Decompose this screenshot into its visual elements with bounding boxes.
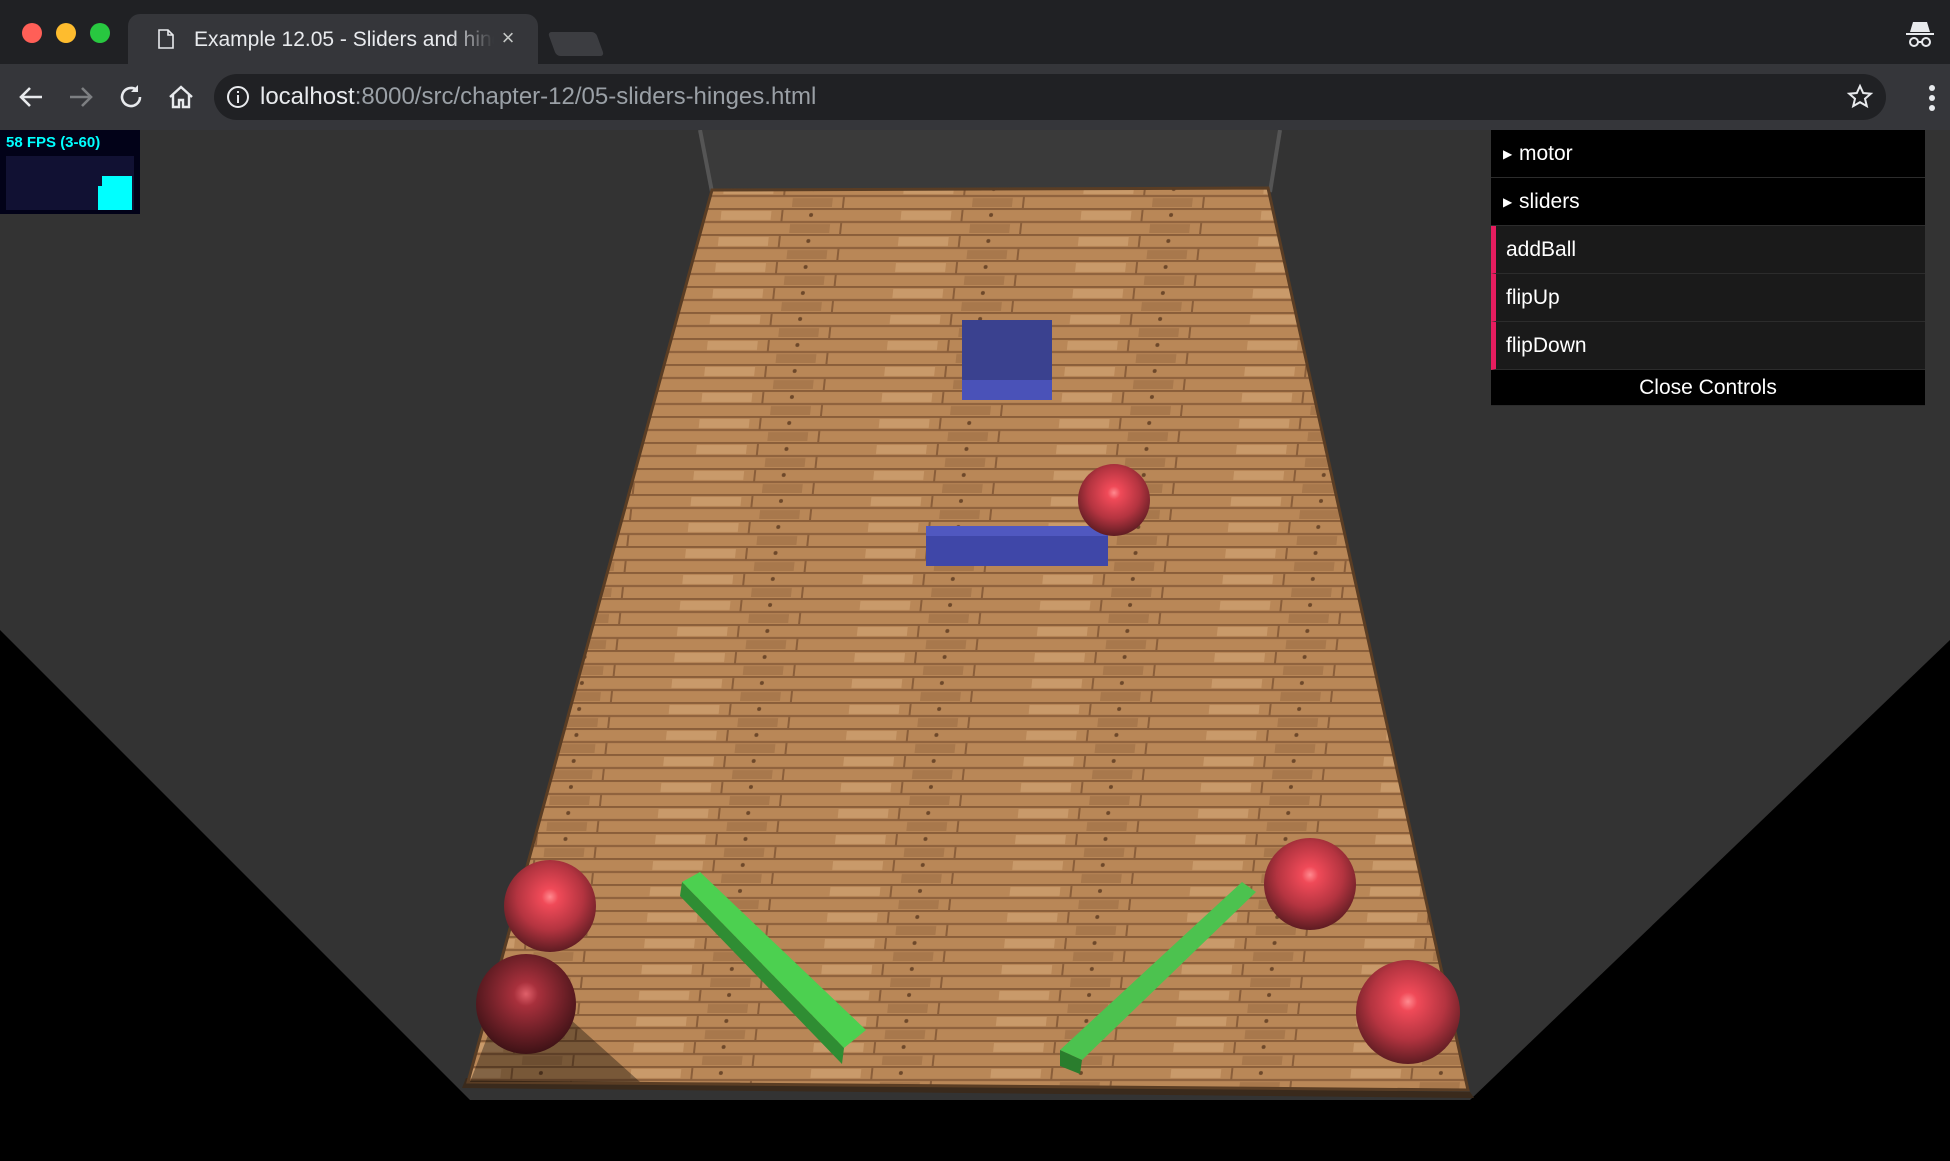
- browser-toolbar: localhost:8000/src/chapter-12/05-sliders…: [0, 64, 1950, 130]
- fps-graph: [6, 156, 134, 210]
- browser-tab[interactable]: Example 12.05 - Sliders and hinges ×: [128, 14, 538, 64]
- site-info-icon[interactable]: [226, 85, 250, 109]
- home-icon[interactable]: [166, 82, 196, 112]
- folder-motor[interactable]: ▶ motor: [1491, 130, 1925, 178]
- close-window-button[interactable]: [22, 23, 42, 43]
- tab-title: Example 12.05 - Sliders and hinges: [194, 28, 494, 51]
- caret-right-icon: ▶: [1503, 195, 1513, 209]
- maximize-window-button[interactable]: [90, 23, 110, 43]
- minimize-window-button[interactable]: [56, 23, 76, 43]
- folder-label: sliders: [1519, 190, 1580, 213]
- new-tab-button[interactable]: [547, 32, 605, 56]
- flip-down-button[interactable]: flipDown: [1491, 322, 1925, 370]
- button-label: addBall: [1506, 238, 1577, 261]
- button-label: flipUp: [1506, 286, 1560, 309]
- add-ball-button[interactable]: addBall: [1491, 226, 1925, 274]
- reload-icon[interactable]: [116, 82, 146, 112]
- more-menu-icon[interactable]: [1928, 84, 1936, 112]
- fps-bar: [102, 176, 132, 210]
- document-icon: [158, 29, 174, 49]
- forward-arrow-icon[interactable]: [66, 82, 96, 112]
- fps-bar: [98, 186, 102, 210]
- address-bar[interactable]: localhost:8000/src/chapter-12/05-sliders…: [214, 74, 1886, 120]
- url-text[interactable]: localhost:8000/src/chapter-12/05-sliders…: [260, 84, 816, 110]
- incognito-icon: [1906, 22, 1934, 47]
- back-arrow-icon[interactable]: [16, 82, 46, 112]
- fps-label: 58 FPS (3-60): [6, 134, 101, 151]
- controls-panel: ▶ motor ▶ sliders addBall flipUp flipDow…: [1491, 130, 1925, 406]
- folder-label: motor: [1519, 142, 1573, 165]
- url-path: :8000/src/chapter-12/05-sliders-hinges.h…: [354, 83, 817, 110]
- tab-close-icon[interactable]: ×: [496, 26, 520, 50]
- flip-up-button[interactable]: flipUp: [1491, 274, 1925, 322]
- browser-titlebar: Example 12.05 - Sliders and hinges ×: [0, 0, 1950, 64]
- folder-sliders[interactable]: ▶ sliders: [1491, 178, 1925, 226]
- close-controls-button[interactable]: Close Controls: [1491, 370, 1925, 406]
- button-label: flipDown: [1506, 334, 1587, 357]
- fps-stats-panel[interactable]: 58 FPS (3-60): [0, 130, 140, 214]
- caret-right-icon: ▶: [1503, 147, 1513, 161]
- bookmark-star-icon[interactable]: [1846, 83, 1874, 111]
- url-host: localhost: [260, 83, 355, 110]
